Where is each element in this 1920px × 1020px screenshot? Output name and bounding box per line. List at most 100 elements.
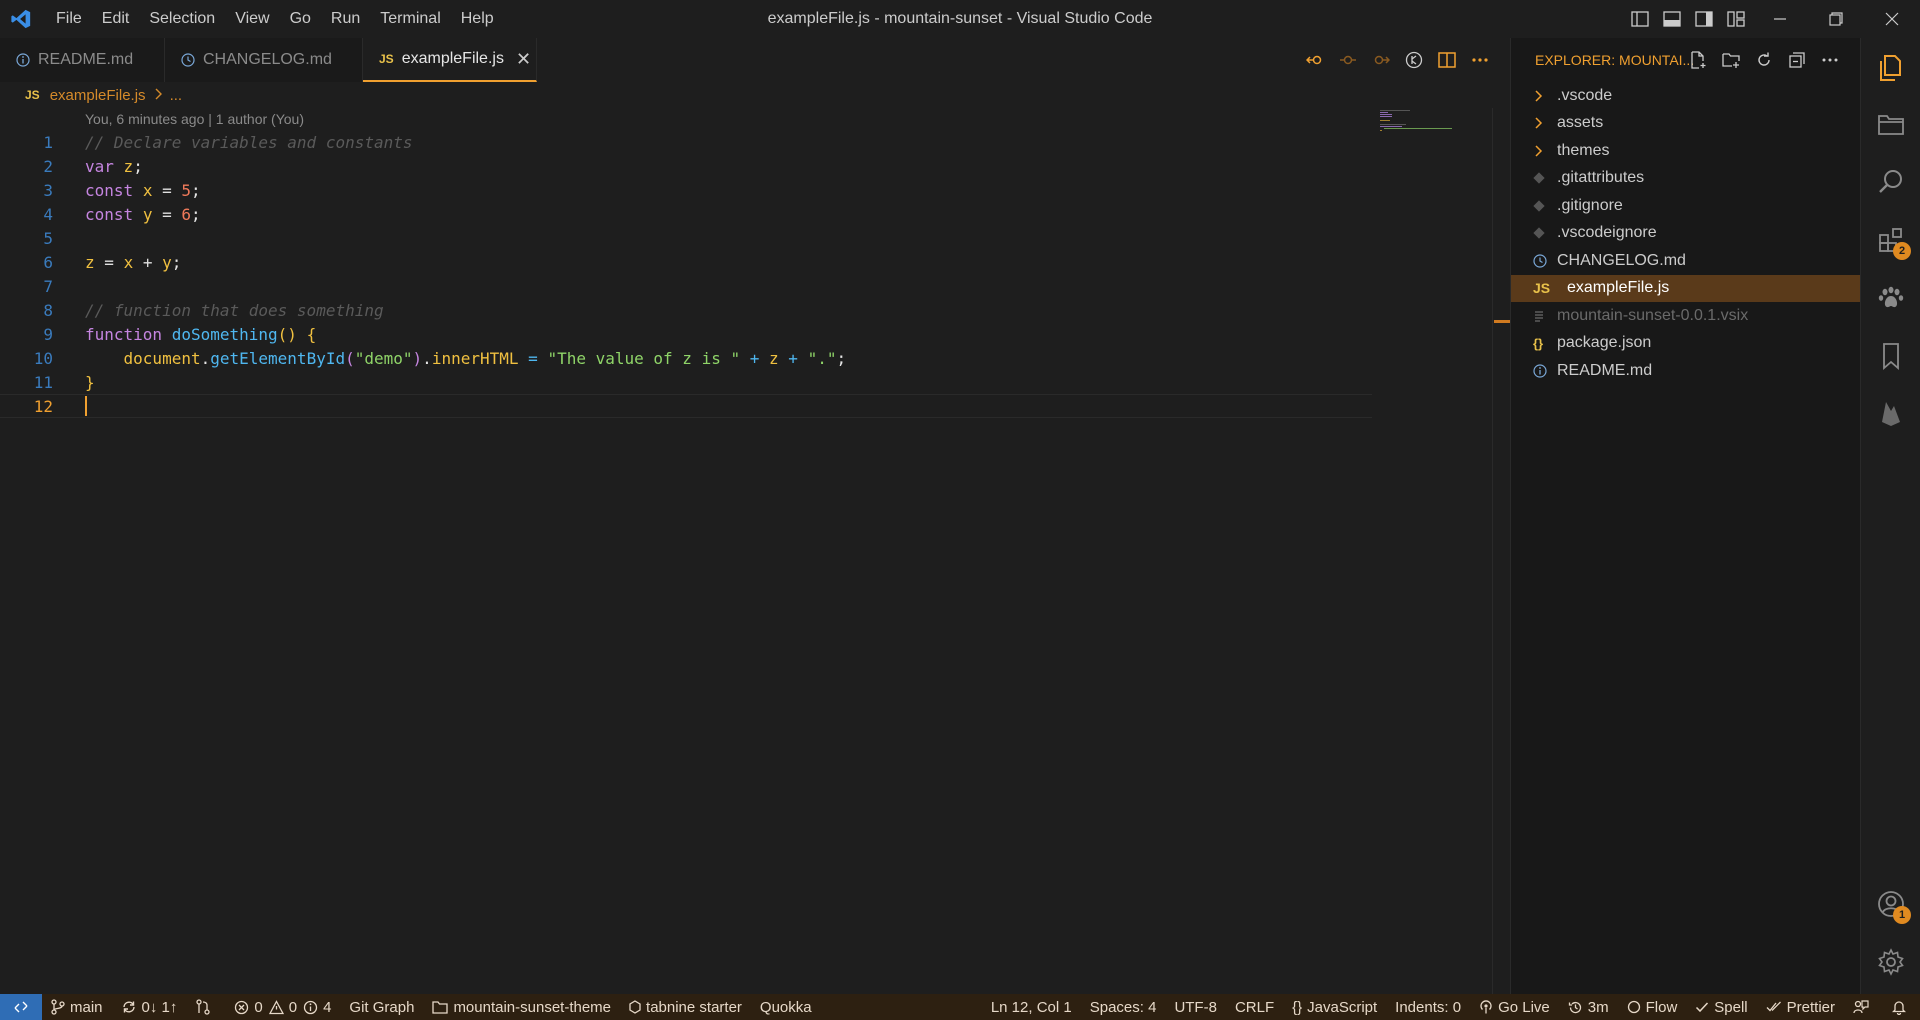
tree-item-label: .vscodeignore (1557, 224, 1657, 242)
eol-label: CRLF (1234, 998, 1275, 1016)
extensions-icon[interactable]: 2 (1861, 212, 1920, 268)
tree-file-vscodeignore[interactable]: .vscodeignore (1511, 220, 1861, 248)
breadcrumb: JS exampleFile.js ... (0, 82, 1510, 108)
minimap[interactable] (1378, 108, 1508, 148)
sync-status[interactable]: 0↓ 1↑ (112, 994, 187, 1020)
menu-selection[interactable]: Selection (139, 0, 225, 38)
indents-status[interactable]: Indents: 0 (1386, 994, 1470, 1020)
vertical-scrollbar[interactable] (1492, 108, 1508, 994)
code-editor[interactable]: You, 6 minutes ago | 1 author (You) 1 //… (0, 108, 1510, 994)
cursor-position: Ln 12, Col 1 (990, 998, 1072, 1016)
firebase-icon[interactable] (1861, 386, 1920, 442)
gear-icon[interactable] (1861, 934, 1920, 990)
collapse-all-icon[interactable] (1780, 38, 1813, 82)
line-number: 5 (43, 228, 53, 248)
tab-label: exampleFile.js (401, 50, 504, 67)
tree-folder-vscode[interactable]: .vscode (1511, 82, 1861, 110)
remote-icon[interactable] (0, 994, 42, 1020)
tree-file-readme[interactable]: README.md (1511, 357, 1861, 385)
breadcrumb-file[interactable]: exampleFile.js (50, 87, 146, 104)
branch-status[interactable]: main (42, 994, 112, 1020)
tab-label: README.md (38, 51, 134, 68)
new-folder-icon[interactable] (1714, 38, 1747, 82)
circle-icon (1627, 1000, 1640, 1014)
menu-run[interactable]: Run (321, 0, 370, 38)
tree-file-examplefile[interactable]: JS exampleFile.js (1511, 274, 1861, 302)
tree-file-vsix[interactable]: mountain-sunset-0.0.1.vsix (1511, 302, 1861, 330)
indentation-status[interactable]: Spaces: 4 (1081, 994, 1166, 1020)
code-punctuation: ) (412, 348, 423, 368)
project-folder-status[interactable]: mountain-sunset-theme (423, 994, 620, 1020)
menu-edit[interactable]: Edit (92, 0, 140, 38)
open-changes-icon[interactable] (1397, 38, 1430, 82)
search-icon[interactable] (1861, 154, 1920, 210)
menu-file[interactable]: File (46, 0, 92, 38)
language-mode-status[interactable]: {} JavaScript (1283, 994, 1386, 1020)
toggle-secondary-sidebar-icon[interactable] (1688, 0, 1720, 38)
menu-help[interactable]: Help (451, 0, 504, 38)
git-blame-codelens[interactable]: You, 6 minutes ago | 1 author (You) (85, 108, 304, 130)
encoding-status[interactable]: UTF-8 (1165, 994, 1226, 1020)
tab-readme[interactable]: README.md (0, 38, 165, 82)
quokka-status[interactable]: Quokka (751, 994, 821, 1020)
toggle-primary-sidebar-icon[interactable] (1624, 0, 1656, 38)
refresh-icon[interactable] (1747, 38, 1780, 82)
tree-folder-assets[interactable]: assets (1511, 110, 1861, 138)
menu-view[interactable]: View (225, 0, 279, 38)
tree-file-package-json[interactable]: {} package.json (1511, 330, 1861, 358)
customize-layout-icon[interactable] (1720, 0, 1752, 38)
code-function: doSomething (171, 324, 278, 344)
git-commit-icon[interactable] (1331, 38, 1364, 82)
git-previous-change-icon[interactable] (1298, 38, 1331, 82)
chevron-right-icon (1533, 117, 1557, 129)
line-number: 9 (43, 324, 53, 344)
tree-item-label: mountain-sunset-0.0.1.vsix (1557, 306, 1749, 324)
git-file-icon (1533, 172, 1557, 184)
code-operator: = (162, 180, 172, 200)
toggle-panel-icon[interactable] (1656, 0, 1688, 38)
breadcrumb-symbols[interactable]: ... (170, 87, 183, 104)
more-actions-icon[interactable] (1463, 38, 1496, 82)
time-status[interactable]: 3m (1559, 994, 1618, 1020)
tree-file-gitattributes[interactable]: .gitattributes (1511, 165, 1861, 193)
status-bar-right: Ln 12, Col 1 Spaces: 4 UTF-8 CRLF {} Jav… (982, 994, 1920, 1020)
close-tab-icon[interactable]: ✕ (516, 49, 531, 70)
go-live-status[interactable]: Go Live (1470, 994, 1559, 1020)
git-branch-icon (51, 999, 65, 1015)
minimize-icon[interactable] (1752, 0, 1808, 38)
paw-icon[interactable] (1861, 270, 1920, 326)
explorer-activity-icon[interactable] (1861, 40, 1920, 96)
tab-examplefile[interactable]: JS exampleFile.js ✕ (363, 38, 537, 82)
menu-go[interactable]: Go (280, 0, 321, 38)
git-next-change-icon[interactable] (1364, 38, 1397, 82)
restore-icon[interactable] (1808, 0, 1864, 38)
line-number: 7 (43, 276, 53, 296)
git-compare-status[interactable] (186, 994, 225, 1020)
spell-status[interactable]: Spell (1686, 994, 1756, 1020)
tree-file-changelog[interactable]: CHANGELOG.md (1511, 247, 1861, 275)
accounts-icon[interactable]: 1 (1861, 876, 1920, 932)
split-editor-icon[interactable] (1430, 38, 1463, 82)
code-punctuation: . (422, 348, 432, 368)
line-number: 1 (43, 132, 53, 152)
menu-terminal[interactable]: Terminal (370, 0, 450, 38)
warning-count: 0 (288, 998, 298, 1016)
close-window-icon[interactable] (1864, 0, 1920, 38)
tab-changelog[interactable]: CHANGELOG.md (165, 38, 363, 82)
info-icon (303, 1000, 318, 1014)
project-manager-icon[interactable] (1861, 96, 1920, 152)
more-actions-icon[interactable] (1813, 38, 1846, 82)
problems-status[interactable]: 0 0 4 (225, 994, 340, 1020)
cursor-position-status[interactable]: Ln 12, Col 1 (982, 994, 1081, 1020)
tree-folder-themes[interactable]: themes (1511, 137, 1861, 165)
tabnine-status[interactable]: tabnine starter (620, 994, 751, 1020)
prettier-status[interactable]: Prettier (1757, 994, 1844, 1020)
new-file-icon[interactable] (1681, 38, 1714, 82)
eol-status[interactable]: CRLF (1226, 994, 1283, 1020)
notifications-status[interactable] (1883, 994, 1920, 1020)
feedback-status[interactable] (1844, 994, 1883, 1020)
flow-status[interactable]: Flow (1618, 994, 1687, 1020)
bookmark-icon[interactable] (1861, 328, 1920, 384)
tree-file-gitignore[interactable]: .gitignore (1511, 192, 1861, 220)
git-graph-status[interactable]: Git Graph (340, 994, 423, 1020)
